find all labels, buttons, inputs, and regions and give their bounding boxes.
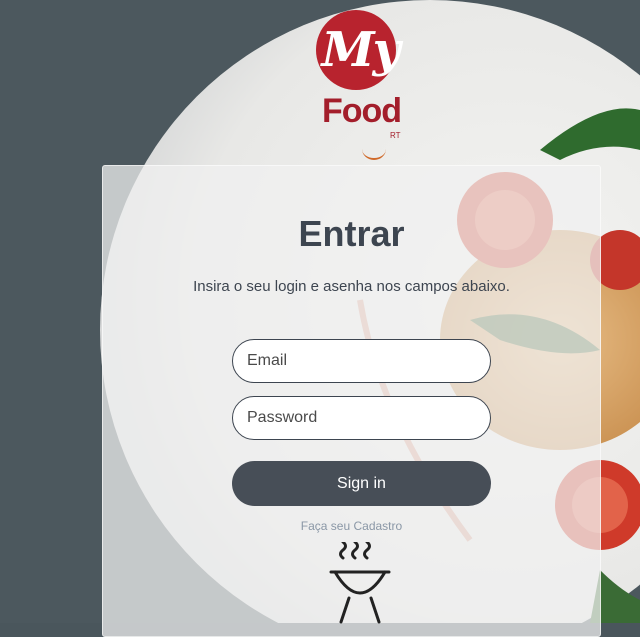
myfood-logo: My Food RT <box>312 10 408 160</box>
login-card: Entrar Insira o seu login e asenha nos c… <box>102 165 601 637</box>
email-field[interactable] <box>232 339 491 383</box>
grill-icon <box>327 540 393 624</box>
password-field[interactable] <box>232 396 491 440</box>
logo-swoosh <box>362 138 386 160</box>
register-link[interactable]: Faça seu Cadastro <box>103 519 600 533</box>
login-instructions: Insira o seu login e asenha nos campos a… <box>193 278 510 295</box>
page-title: Entrar <box>298 213 405 254</box>
logo-my-text: My <box>321 22 400 78</box>
logo-food-text: Food <box>322 92 402 130</box>
sign-in-button[interactable]: Sign in <box>232 461 491 506</box>
logo-rt-text: RT <box>390 131 401 140</box>
